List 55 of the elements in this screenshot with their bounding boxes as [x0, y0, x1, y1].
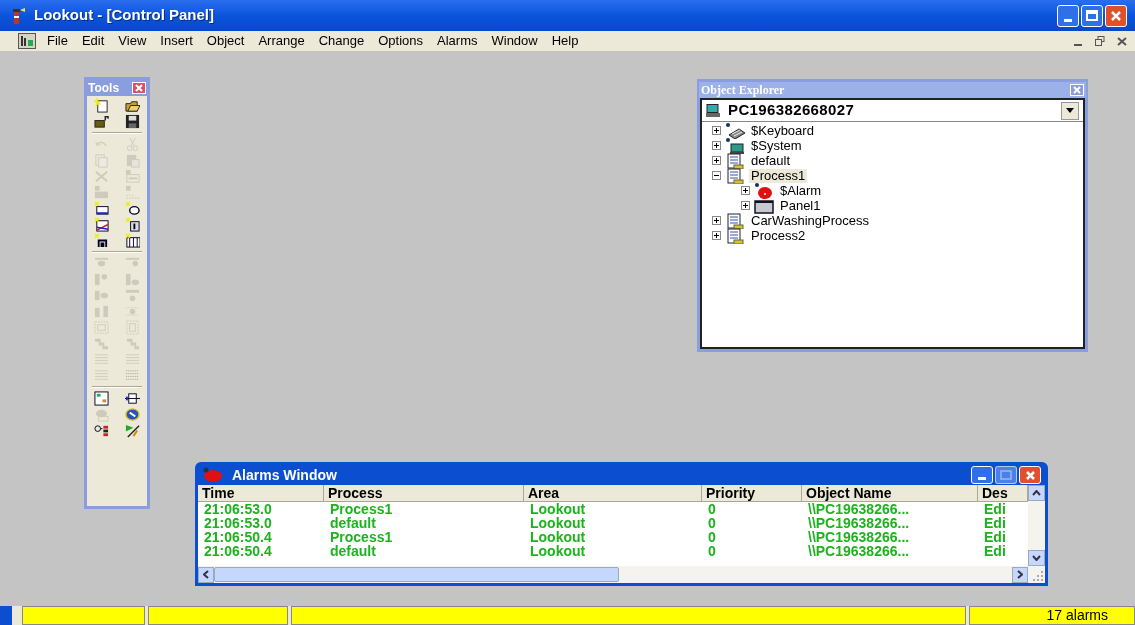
- palette-title: Tools: [88, 82, 120, 94]
- table-cell-text: \\PC19638266...: [807, 544, 911, 558]
- alarm-count: 17 alarms: [969, 606, 1135, 625]
- table-cell-text: 21:06:53.0: [203, 502, 273, 516]
- table-cell-text: Edi: [983, 502, 1007, 516]
- table-cell-text: Edi: [983, 530, 1007, 544]
- tree-item[interactable]: $System: [749, 138, 804, 153]
- window-title: Alarms Window: [232, 465, 337, 485]
- table-cell-text: \\PC19638266...: [807, 502, 911, 516]
- menu-item[interactable]: Edit: [74, 31, 112, 51]
- table-cell-text: Process1: [329, 502, 394, 516]
- table-cell-text: Lookout: [529, 516, 587, 530]
- table-cell-text: Lookout: [529, 544, 587, 558]
- menu-item[interactable]: Alarms: [430, 31, 485, 51]
- menu-item[interactable]: Help: [544, 31, 586, 51]
- table-cell-text: Edi: [983, 516, 1007, 530]
- column-header[interactable]: Object Name: [802, 485, 978, 502]
- table-cell-text: 21:06:50.4: [203, 544, 273, 558]
- tree-item[interactable]: CarWashingProcess: [749, 213, 871, 228]
- tree-item[interactable]: Process1: [749, 168, 808, 183]
- table-cell-text: Lookout: [529, 530, 587, 544]
- table-cell-text: 21:06:53.0: [203, 516, 273, 530]
- table-cell-text: 21:06:50.4: [203, 530, 273, 544]
- table-cell-text: default: [329, 544, 377, 558]
- tree-item[interactable]: $Keyboard: [749, 123, 816, 138]
- window-title: Lookout - [Control Panel]: [34, 5, 214, 26]
- table-cell-text: 0: [707, 530, 717, 544]
- panel-title: Object Explorer: [701, 84, 785, 96]
- column-header[interactable]: Area: [524, 485, 702, 502]
- computer-dropdown[interactable]: PC196382668027: [702, 100, 1083, 122]
- menu-item[interactable]: Insert: [153, 31, 200, 51]
- column-header[interactable]: Priority: [702, 485, 802, 502]
- tree-item[interactable]: default: [749, 153, 793, 168]
- column-header[interactable]: Time: [198, 485, 324, 502]
- menu-item[interactable]: Arrange: [251, 31, 312, 51]
- table-cell-text: Lookout: [529, 502, 587, 516]
- table-cell-text: Edi: [983, 544, 1007, 558]
- menu-item[interactable]: View: [111, 31, 154, 51]
- computer-name: PC196382668027: [728, 100, 855, 121]
- menu-item[interactable]: Change: [311, 31, 372, 51]
- table-cell-text: \\PC19638266...: [807, 516, 911, 530]
- table-cell-text: \\PC19638266...: [807, 530, 911, 544]
- tree-item[interactable]: $Alarm: [778, 183, 824, 198]
- menu-item[interactable]: Options: [371, 31, 430, 51]
- menu-item[interactable]: Object: [199, 31, 252, 51]
- tree-item[interactable]: Panel1: [778, 198, 823, 213]
- menu-item[interactable]: Window: [484, 31, 545, 51]
- menu-item[interactable]: File: [40, 31, 75, 51]
- table-cell-text: 0: [707, 544, 717, 558]
- table-cell-text: 0: [707, 516, 717, 530]
- table-cell-text: 0: [707, 502, 717, 516]
- table-cell-text: Process1: [329, 530, 394, 544]
- column-header[interactable]: Process: [324, 485, 524, 502]
- tree-item[interactable]: Process2: [749, 228, 808, 243]
- table-cell-text: default: [329, 516, 377, 530]
